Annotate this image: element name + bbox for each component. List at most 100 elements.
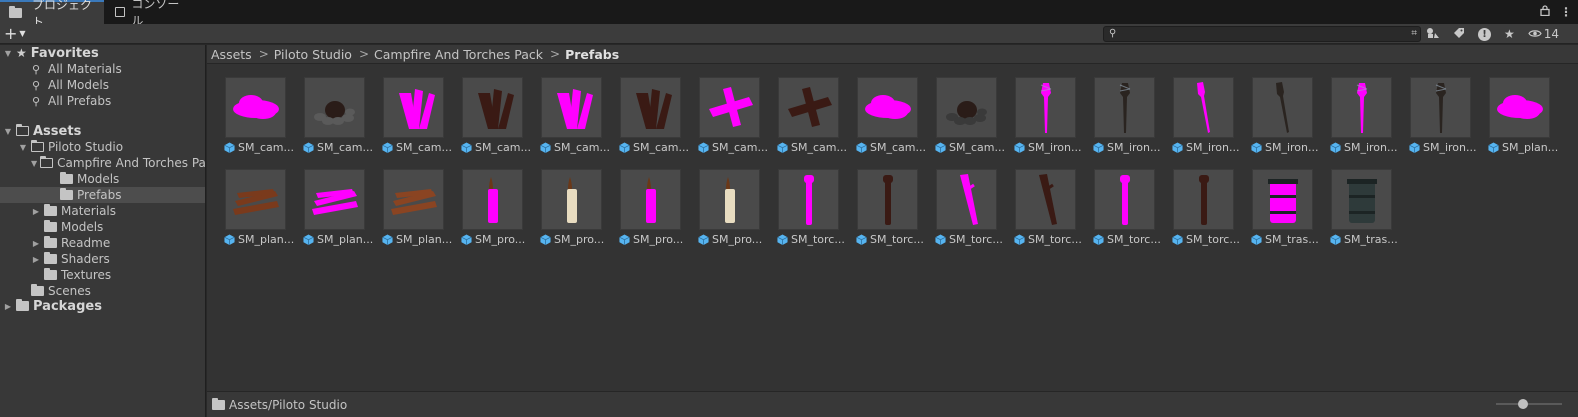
asset-thumbnail[interactable] [1173,77,1234,138]
log-filter-icon[interactable]: ! [1478,27,1491,41]
asset-item[interactable]: SM_iron... [1407,76,1486,166]
lock-icon[interactable] [1540,5,1550,19]
asset-thumbnail[interactable] [778,77,839,138]
asset-item[interactable]: SM_torc... [1091,168,1170,258]
tree-textures[interactable]: Textures [0,267,205,283]
search-options-icon[interactable]: ⌗ [1411,28,1417,39]
favorites-folder[interactable]: ▼ ★ Favorites [0,45,205,61]
asset-thumbnail[interactable] [304,169,365,230]
asset-thumbnail[interactable] [936,169,997,230]
asset-thumbnail[interactable] [1015,77,1076,138]
chevron-down-icon[interactable]: ▼ [31,159,37,168]
chevron-down-icon[interactable]: ▼ [3,49,13,58]
asset-item[interactable]: SM_iron... [1012,76,1091,166]
slider-track[interactable] [1496,403,1562,405]
asset-thumbnail[interactable] [225,77,286,138]
asset-item[interactable]: SM_cam... [775,76,854,166]
asset-item[interactable]: SM_torc... [1170,168,1249,258]
asset-thumbnail[interactable] [1094,77,1155,138]
tree-readme[interactable]: ▶ Readme [0,235,205,251]
asset-item[interactable]: SM_cam... [696,76,775,166]
chevron-right-icon[interactable]: ▶ [31,207,41,216]
tree-piloto-studio[interactable]: ▼ Piloto Studio [0,139,205,155]
tree-campfire-pack[interactable]: ▼ Campfire And Torches Pack [0,155,205,171]
asset-item[interactable]: SM_plan... [222,168,301,258]
search-by-label-icon[interactable] [1453,27,1465,42]
asset-thumbnail[interactable] [620,169,681,230]
breadcrumb-prefabs[interactable]: Prefabs [565,47,619,62]
asset-thumbnail[interactable] [1331,169,1392,230]
tree-shaders[interactable]: ▶ Shaders [0,251,205,267]
asset-thumbnail[interactable] [1173,169,1234,230]
asset-item[interactable]: SM_iron... [1328,76,1407,166]
packages-folder[interactable]: ▶ Packages [0,298,205,314]
asset-thumbnail[interactable] [304,77,365,138]
asset-thumbnail[interactable] [1094,169,1155,230]
chevron-right-icon[interactable]: ▶ [3,302,13,311]
asset-item[interactable]: SM_cam... [459,76,538,166]
asset-thumbnail[interactable] [225,169,286,230]
asset-thumbnail[interactable] [1252,77,1313,138]
tree-models-inner[interactable]: Models [0,171,205,187]
asset-item[interactable]: SM_cam... [222,76,301,166]
asset-item[interactable]: SM_iron... [1249,76,1328,166]
asset-thumbnail[interactable] [1489,77,1550,138]
hidden-packages-toggle[interactable]: 14 [1528,27,1559,41]
asset-item[interactable]: SM_pro... [617,168,696,258]
asset-item[interactable]: SM_torc... [854,168,933,258]
breadcrumb-assets[interactable]: Assets [211,47,252,62]
asset-item[interactable]: SM_tras... [1328,168,1407,258]
asset-item[interactable]: SM_iron... [1091,76,1170,166]
tab-console[interactable]: コンソール [106,0,196,28]
asset-item[interactable]: SM_cam... [617,76,696,166]
asset-item[interactable]: SM_plan... [301,168,380,258]
search-box[interactable]: ⚲ ⌗ [1103,26,1421,42]
slider-handle[interactable] [1518,399,1529,409]
asset-thumbnail[interactable] [699,77,760,138]
asset-thumbnail[interactable] [699,169,760,230]
asset-thumbnail[interactable] [620,77,681,138]
favorite-all-prefabs[interactable]: ⚲ All Prefabs [0,93,205,109]
assets-folder[interactable]: ▼ Assets [0,123,205,139]
breadcrumb-campfire-pack[interactable]: Campfire And Torches Pack [374,47,543,62]
chevron-right-icon[interactable]: ▶ [31,255,41,264]
asset-thumbnail[interactable] [383,169,444,230]
asset-item[interactable]: SM_iron... [1170,76,1249,166]
asset-item[interactable]: SM_cam... [380,76,459,166]
asset-item[interactable]: SM_cam... [538,76,617,166]
asset-thumbnail[interactable] [857,77,918,138]
favorite-star-icon[interactable]: ★ [1504,27,1515,41]
asset-thumbnail[interactable] [1331,77,1392,138]
asset-thumbnail[interactable] [462,77,523,138]
asset-thumbnail[interactable] [383,77,444,138]
chevron-down-icon[interactable]: ▼ [3,127,13,136]
asset-item[interactable]: SM_cam... [933,76,1012,166]
favorite-all-models[interactable]: ⚲ All Models [0,77,205,93]
asset-thumbnail[interactable] [462,169,523,230]
asset-item[interactable]: SM_torc... [775,168,854,258]
asset-item[interactable]: SM_plan... [1486,76,1565,166]
asset-item[interactable]: SM_torc... [933,168,1012,258]
chevron-right-icon[interactable]: ▶ [31,239,41,248]
search-by-type-icon[interactable] [1426,27,1440,42]
asset-thumbnail[interactable] [936,77,997,138]
asset-item[interactable]: SM_pro... [696,168,775,258]
tab-project[interactable]: プロジェクト [0,0,104,29]
favorite-all-materials[interactable]: ⚲ All Materials [0,61,205,77]
tree-models[interactable]: Models [0,219,205,235]
breadcrumb-piloto-studio[interactable]: Piloto Studio [274,47,352,62]
asset-thumbnail[interactable] [1252,169,1313,230]
asset-thumbnail[interactable] [857,169,918,230]
asset-item[interactable]: SM_pro... [538,168,617,258]
asset-item[interactable]: SM_torc... [1012,168,1091,258]
asset-item[interactable]: SM_pro... [459,168,538,258]
asset-thumbnail[interactable] [541,77,602,138]
asset-thumbnail[interactable] [1015,169,1076,230]
asset-thumbnail[interactable] [1410,77,1471,138]
asset-item[interactable]: SM_cam... [301,76,380,166]
create-button[interactable]: + ▼ [4,25,32,43]
tree-prefabs[interactable]: Prefabs [0,187,205,203]
thumbnail-size-slider[interactable] [1496,399,1562,409]
asset-item[interactable]: SM_tras... [1249,168,1328,258]
tree-materials[interactable]: ▶ Materials [0,203,205,219]
